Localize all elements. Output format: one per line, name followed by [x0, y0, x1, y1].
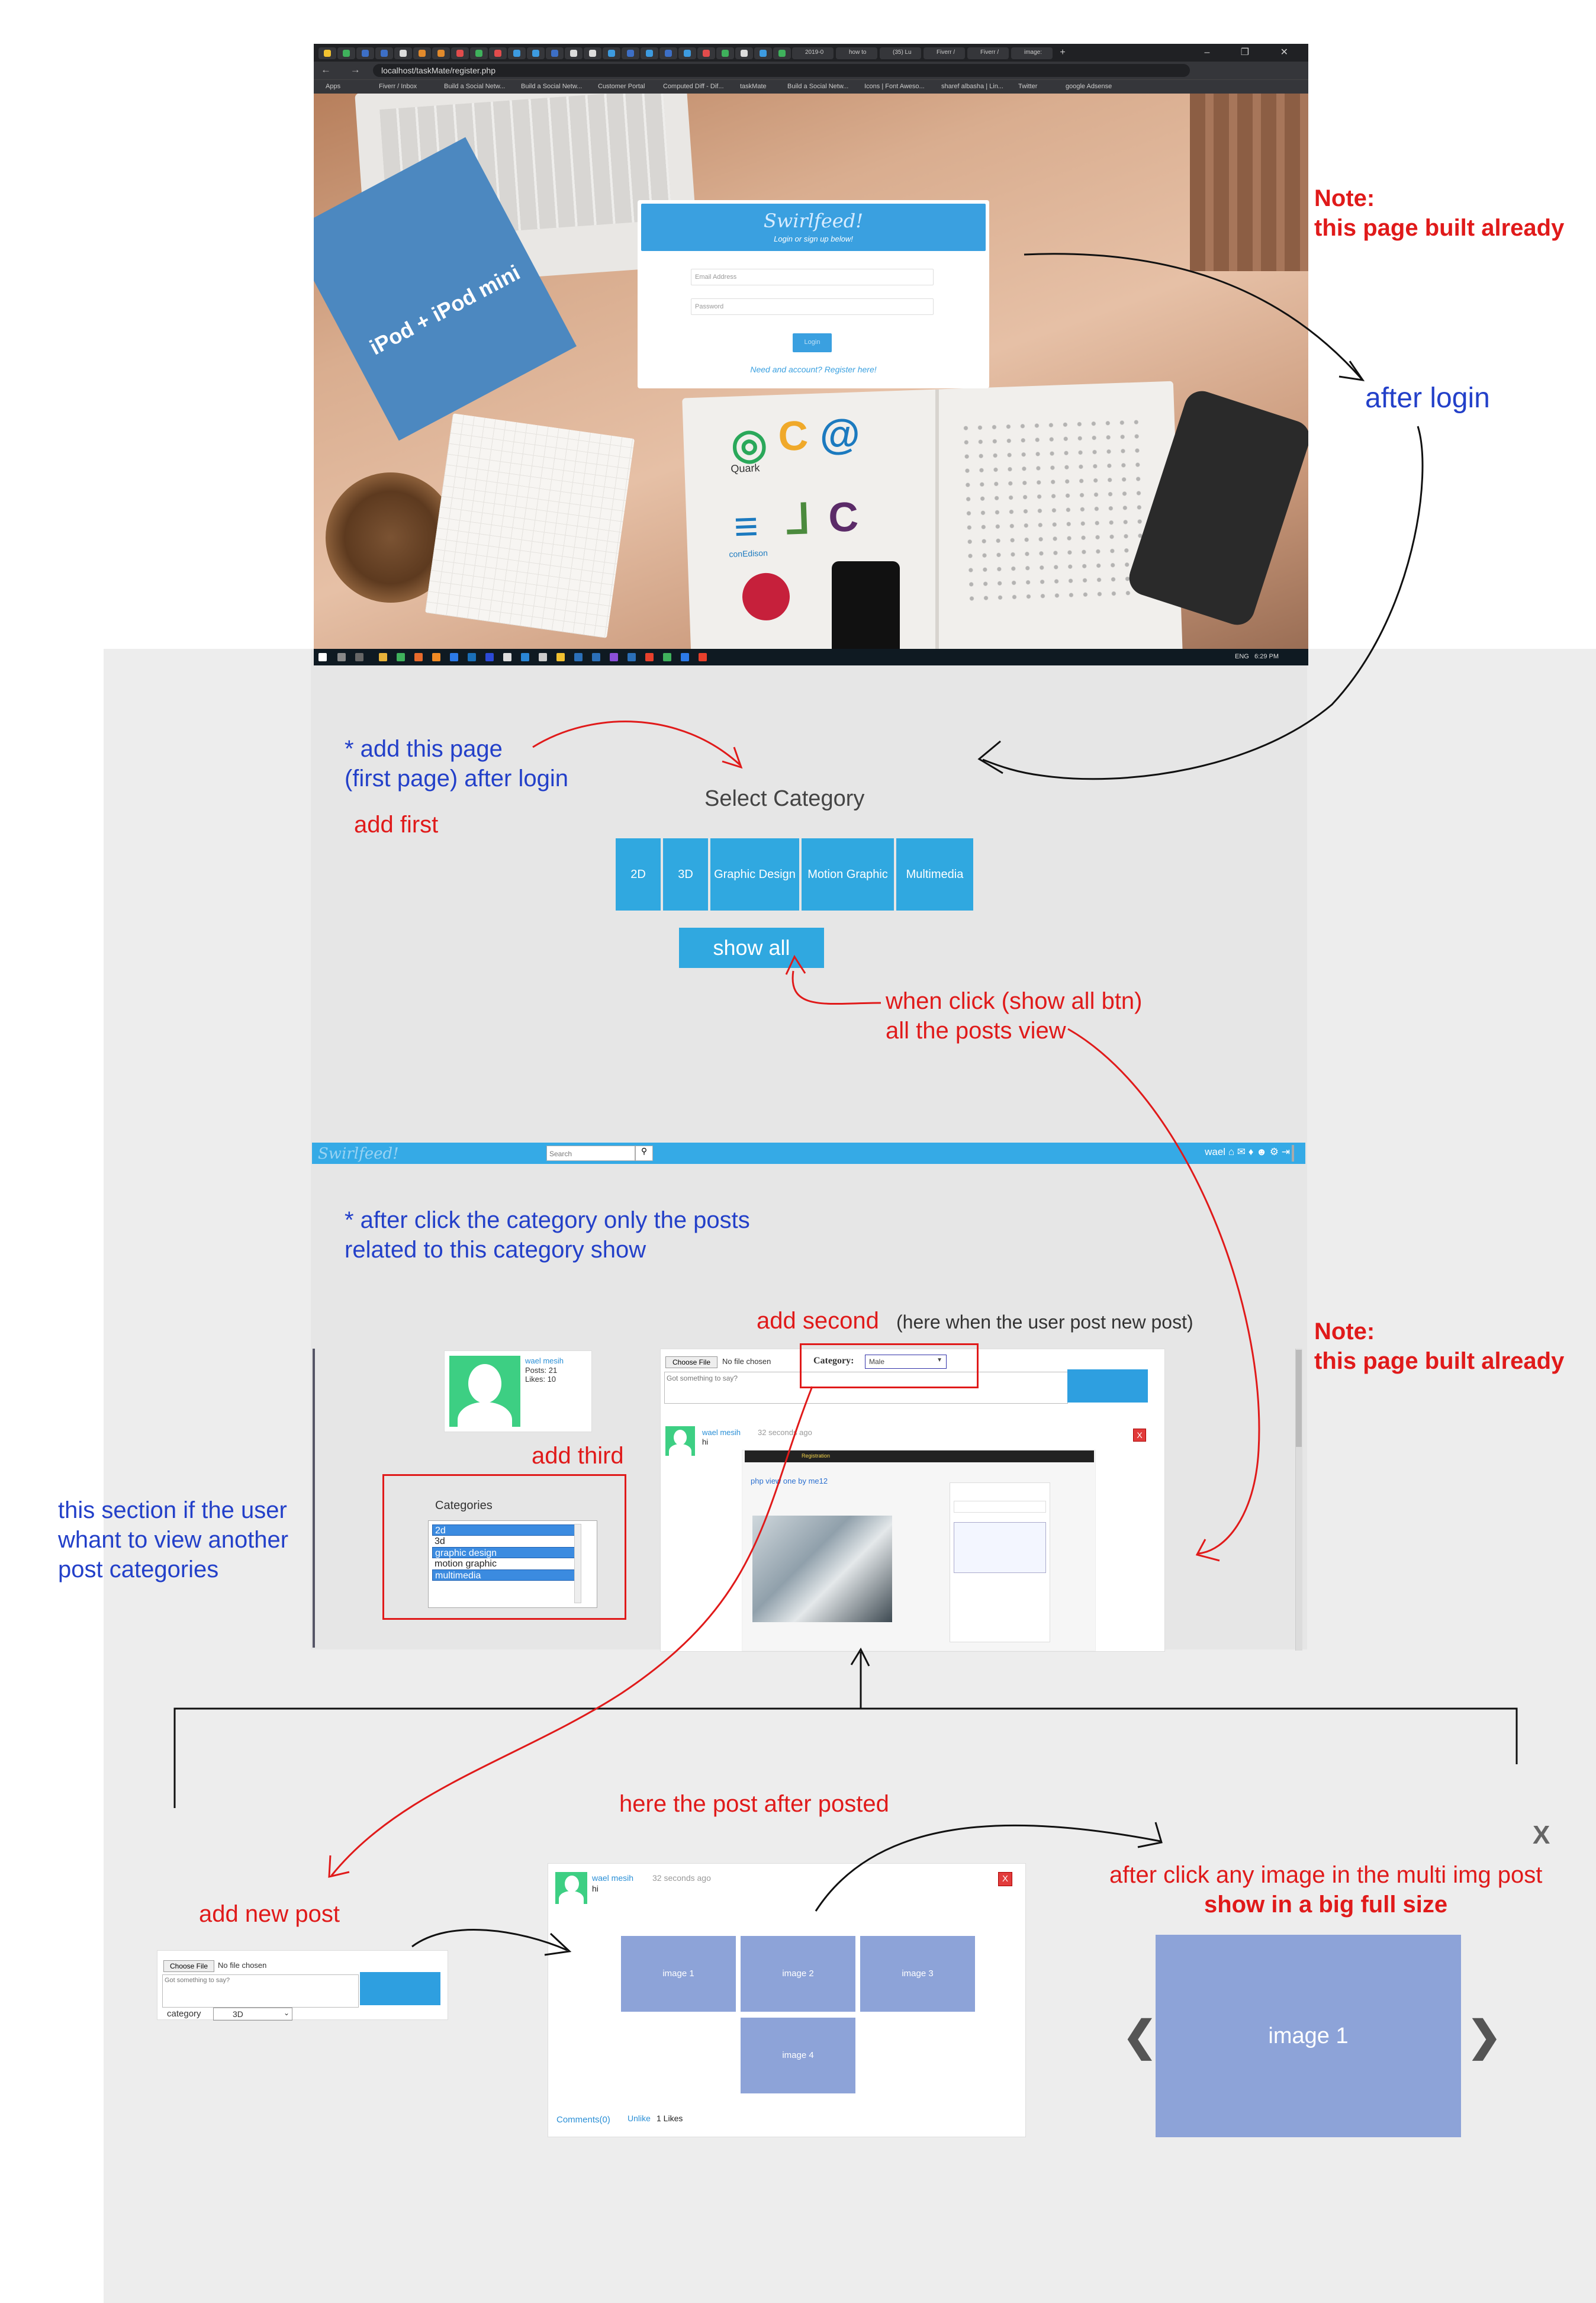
arrowhead — [1137, 1822, 1163, 1848]
arrow-category-select-to-new-post — [330, 1386, 813, 1876]
flow-arrows — [173, 253, 1518, 1956]
arrow-card-to-lightbox — [815, 1824, 1161, 1912]
arrowhead — [1195, 1539, 1220, 1562]
arrowhead — [544, 1932, 572, 1956]
arrow-after-login-to-category — [982, 426, 1424, 780]
arrow-when-click — [791, 970, 881, 1005]
arrow-new-post-to-card — [411, 1929, 568, 1951]
bracket-left — [173, 1707, 1518, 1808]
arrow-add-page — [532, 721, 741, 766]
arrowhead — [977, 740, 1003, 774]
arrow-to-after-login — [1024, 253, 1363, 379]
arrow-show-all-to-posts — [1067, 1028, 1260, 1555]
arrowhead — [785, 954, 806, 975]
